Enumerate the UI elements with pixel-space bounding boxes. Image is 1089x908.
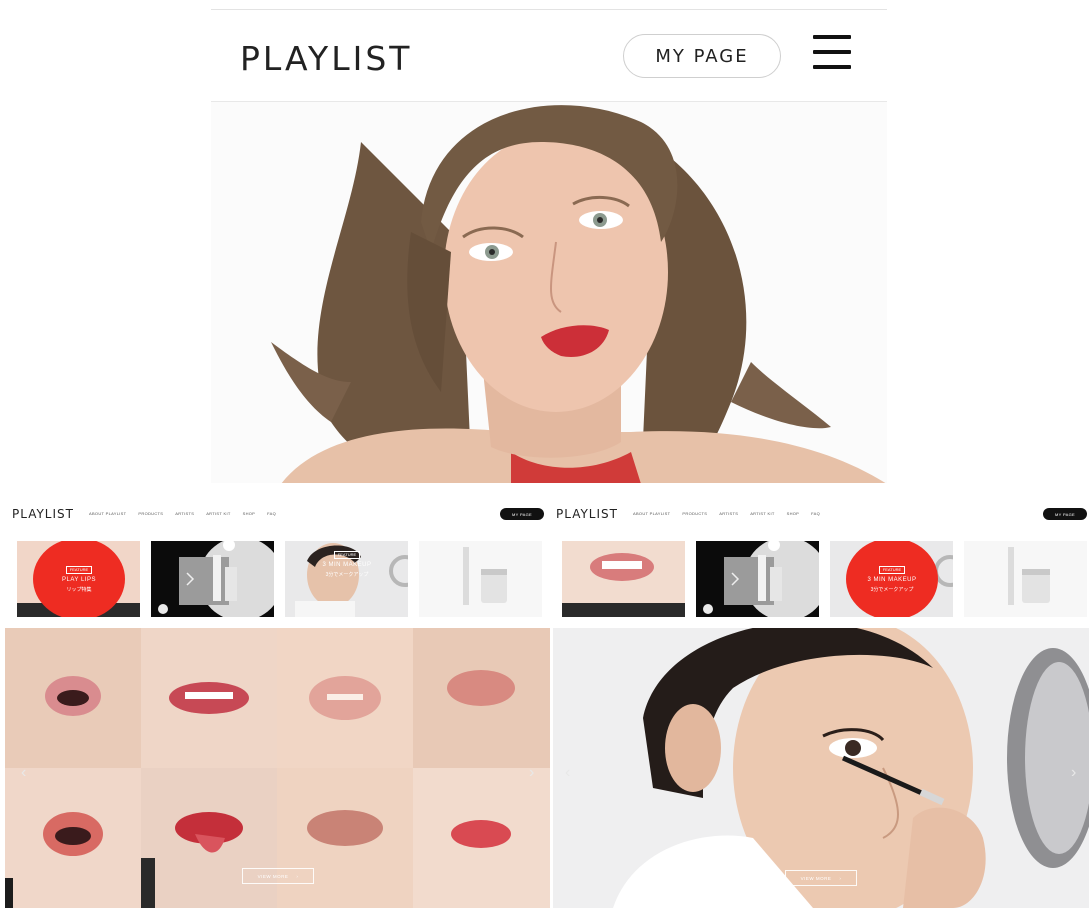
view-more-label: VIEW MORE [257, 873, 289, 879]
desktop-screenshot-right: PLAYLIST ABOUT PLAYLIST PRODUCTS ARTISTS… [553, 500, 1089, 908]
nav-item-artist-kit[interactable]: ARTIST KIT [206, 511, 230, 516]
desktop-screenshot-left: PLAYLIST ABOUT PLAYLIST PRODUCTS ARTISTS… [5, 500, 550, 908]
thumbnail-3min-makeup[interactable]: FEATURE 3 MIN MAKEUP 3分でメークアップ [285, 541, 408, 617]
feature-tag: FEATURE [65, 565, 93, 574]
nav-item-artists[interactable]: ARTISTS [719, 511, 738, 516]
feature-badge: FEATURE PLAY LIPS リップ特集 [33, 541, 125, 617]
view-more-button[interactable]: VIEW MORE › [242, 868, 314, 884]
feature-subtitle: リップ特集 [66, 586, 92, 593]
nav-links: ABOUT PLAYLIST PRODUCTS ARTISTS ARTIST K… [89, 511, 276, 516]
chevron-right-icon: › [839, 875, 842, 881]
site-logo[interactable]: PLAYLIST [240, 39, 412, 78]
thumbnail-product-set[interactable] [964, 541, 1087, 617]
feature-tag: FEATURE [333, 551, 361, 559]
my-page-button[interactable]: MY PAGE [623, 34, 781, 78]
view-more-button[interactable]: VIEW MORE › [785, 870, 857, 886]
hero-eyeliner-image: ‹ › VIEW MORE › [553, 618, 1089, 908]
mobile-header: PLAYLIST MY PAGE [211, 10, 887, 102]
hero-lips-grid: ‹ › VIEW MORE › [5, 628, 550, 908]
hero-image [211, 102, 887, 483]
site-logo[interactable]: PLAYLIST [12, 507, 74, 521]
thumbnail-products[interactable] [696, 541, 819, 617]
nav-item-shop[interactable]: SHOP [787, 511, 800, 516]
feature-thumbnails: FEATURE PLAY LIPS リップ特集 FEATURE 3 MIN MA… [17, 541, 542, 617]
feature-title: 3 MIN MAKEUP [322, 562, 372, 568]
nav-item-faq[interactable]: FAQ [811, 511, 820, 516]
nav-links: ABOUT PLAYLIST PRODUCTS ARTISTS ARTIST K… [633, 511, 820, 516]
feature-badge: FEATURE 3 MIN MAKEUP 3分でメークアップ [846, 541, 938, 617]
hamburger-menu-icon[interactable] [813, 34, 851, 72]
nav-item-about[interactable]: ABOUT PLAYLIST [633, 511, 670, 516]
my-page-button[interactable]: MY PAGE [500, 508, 544, 520]
feature-overlay: FEATURE 3 MIN MAKEUP 3分でメークアップ [318, 551, 376, 578]
nav-item-artists[interactable]: ARTISTS [175, 511, 194, 516]
thumbnail-play-lips[interactable]: FEATURE PLAY LIPS リップ特集 [17, 541, 140, 617]
my-page-button[interactable]: MY PAGE [1043, 508, 1087, 520]
chevron-right-icon[interactable]: › [529, 764, 534, 782]
view-more-label: VIEW MORE [800, 875, 832, 881]
chevron-left-icon[interactable]: ‹ [21, 764, 26, 782]
feature-title: PLAY LIPS [62, 576, 96, 583]
thumbnail-products[interactable] [151, 541, 274, 617]
nav-item-products[interactable]: PRODUCTS [138, 511, 163, 516]
nav-item-artist-kit[interactable]: ARTIST KIT [750, 511, 774, 516]
thumbnail-product-set[interactable] [419, 541, 542, 617]
chevron-right-icon[interactable]: › [1071, 764, 1076, 782]
nav-item-faq[interactable]: FAQ [267, 511, 276, 516]
feature-tag: FEATURE [878, 565, 906, 574]
desktop-nav: PLAYLIST ABOUT PLAYLIST PRODUCTS ARTISTS… [5, 500, 550, 528]
mobile-screenshot: PLAYLIST MY PAGE [211, 9, 887, 483]
feature-subtitle: 3分でメークアップ [870, 586, 914, 593]
thumbnail-3min-makeup[interactable]: FEATURE 3 MIN MAKEUP 3分でメークアップ [830, 541, 953, 617]
chevron-left-icon[interactable]: ‹ [565, 764, 570, 782]
nav-item-about[interactable]: ABOUT PLAYLIST [89, 511, 126, 516]
feature-title: 3 MIN MAKEUP [867, 576, 917, 583]
site-logo[interactable]: PLAYLIST [556, 507, 618, 521]
thumbnail-play-lips[interactable] [562, 541, 685, 617]
feature-subtitle: 3分でメークアップ [325, 572, 369, 578]
chevron-right-icon: › [296, 873, 299, 879]
desktop-nav: PLAYLIST ABOUT PLAYLIST PRODUCTS ARTISTS… [553, 500, 1089, 528]
nav-item-products[interactable]: PRODUCTS [682, 511, 707, 516]
feature-thumbnails: FEATURE 3 MIN MAKEUP 3分でメークアップ [562, 541, 1087, 617]
nav-item-shop[interactable]: SHOP [243, 511, 256, 516]
